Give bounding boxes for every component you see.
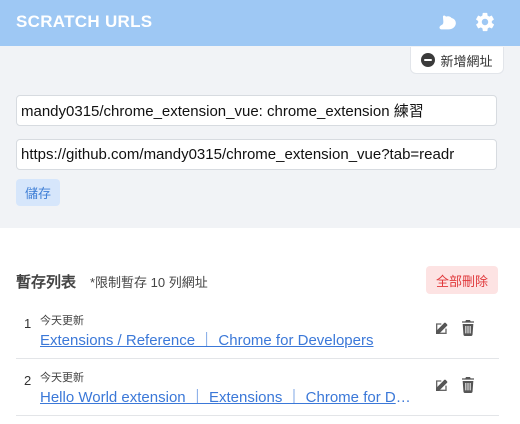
item-link[interactable]: Hello World extension ｜ Extensions ｜ Chr…	[40, 386, 418, 407]
item-updated: 今天更新	[40, 372, 84, 384]
delete-all-button[interactable]: 全部刪除	[426, 266, 498, 294]
trash-icon[interactable]	[461, 320, 475, 336]
item-link[interactable]: Extensions / Reference ｜ Chrome for Deve…	[40, 329, 418, 350]
add-url-button[interactable]: 新增網址	[410, 47, 504, 74]
title-input[interactable]	[16, 95, 497, 126]
gear-icon[interactable]	[474, 11, 496, 33]
add-url-label: 新增網址	[440, 53, 493, 69]
list-item: 1 今天更新 Extensions / Reference ｜ Chrome f…	[16, 303, 499, 359]
item-number: 1	[24, 316, 32, 331]
list-item: 2 今天更新 Hello World extension ｜ Extension…	[16, 360, 499, 416]
trash-icon[interactable]	[461, 377, 475, 393]
list-limit-note: *限制暫存 10 列網址	[90, 275, 208, 290]
app-title: SCRATCH URLS	[16, 12, 153, 31]
edit-icon[interactable]	[434, 377, 450, 393]
edit-icon[interactable]	[434, 320, 450, 336]
cat-icon[interactable]	[437, 11, 459, 33]
url-input[interactable]	[16, 139, 497, 170]
item-number: 2	[24, 373, 32, 388]
list-title: 暫存列表	[16, 274, 77, 291]
minus-circle-icon	[421, 53, 436, 67]
app-header: SCRATCH URLS	[0, 0, 520, 46]
item-updated: 今天更新	[40, 315, 84, 327]
save-button[interactable]: 儲存	[16, 179, 60, 206]
